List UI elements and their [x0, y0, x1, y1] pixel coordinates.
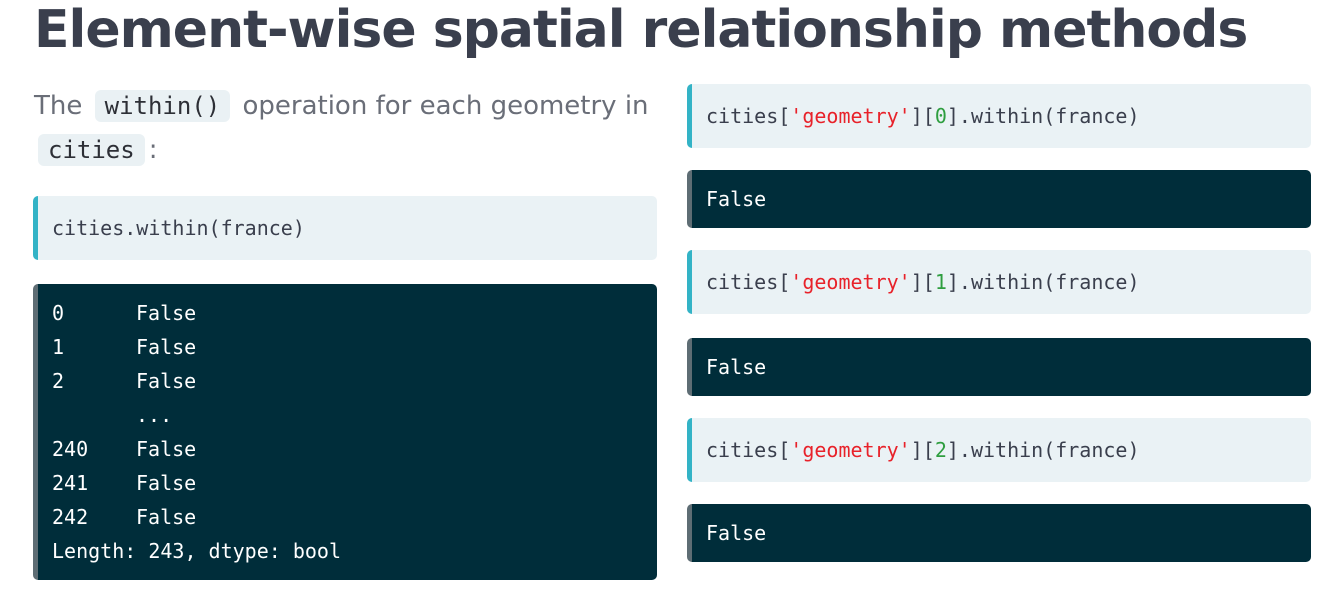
row-value: False [136, 301, 197, 325]
intro-suffix: : [148, 135, 158, 165]
row-index: 240 [52, 437, 89, 461]
inline-code-within: within() [94, 90, 231, 122]
inline-code-cities: cities [38, 134, 145, 166]
row-value: ... [136, 403, 173, 427]
right-code-block-1: cities['geometry'][1].within(france) [687, 250, 1311, 314]
row-value: False [136, 505, 197, 529]
code-text: cities['geometry'][1].within(france) [706, 270, 1140, 294]
row-value: False [136, 437, 197, 461]
left-code-block: cities.within(france) [33, 196, 657, 260]
output-row: 2 False [52, 364, 657, 398]
output-row: 0 False [52, 296, 657, 330]
row-index: 241 [52, 471, 89, 495]
row-value: False [136, 471, 197, 495]
right-output-block-1: False [687, 338, 1311, 396]
right-code-block-0: cities['geometry'][0].within(france) [687, 84, 1311, 148]
row-index: 2 [52, 369, 65, 393]
row-index: 0 [52, 301, 65, 325]
output-footer: Length: 243, dtype: bool [52, 539, 341, 563]
slide-title: Element-wise spatial relationship method… [34, 0, 1248, 60]
output-text: False [706, 355, 767, 379]
output-row: ... [52, 398, 657, 432]
output-text: False [706, 521, 767, 545]
intro-text: The within() operation for each geometry… [34, 84, 664, 172]
left-output-block: 0 False 1 False 2 False ... 240 False 241 Fal… [33, 284, 657, 580]
output-text: False [706, 187, 767, 211]
intro-prefix: The [34, 91, 83, 121]
row-value: False [136, 335, 197, 359]
intro-middle: operation for each geometry in [242, 91, 649, 121]
left-code-text: cities.within(france) [52, 216, 305, 240]
output-row: 241 False [52, 466, 657, 500]
right-output-block-0: False [687, 170, 1311, 228]
output-row: 240 False [52, 432, 657, 466]
code-text: cities['geometry'][2].within(france) [706, 438, 1140, 462]
output-row: 242 False [52, 500, 657, 534]
row-index: 1 [52, 335, 65, 359]
code-text: cities['geometry'][0].within(france) [706, 104, 1140, 128]
row-value: False [136, 369, 197, 393]
right-code-block-2: cities['geometry'][2].within(france) [687, 418, 1311, 482]
row-index: 242 [52, 505, 89, 529]
output-row: 1 False [52, 330, 657, 364]
right-output-block-2: False [687, 504, 1311, 562]
